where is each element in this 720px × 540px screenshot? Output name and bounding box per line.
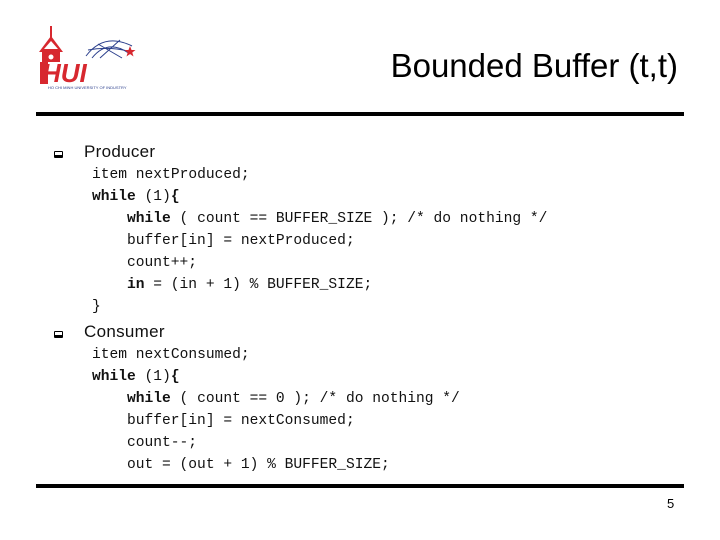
square-bullet-icon [54, 330, 63, 338]
code-text: buffer[in] = nextProduced; [127, 233, 355, 249]
code-text: count--; [127, 435, 198, 451]
code-keyword: while [127, 211, 171, 227]
code-keyword: while [127, 391, 171, 407]
section-heading-consumer: Consumer [54, 322, 165, 342]
code-line: while (1){ [92, 186, 547, 208]
code-keyword: while [92, 369, 136, 385]
code-line: } [92, 296, 547, 318]
code-text: item nextProduced; [92, 167, 250, 183]
code-line: item nextConsumed; [92, 344, 460, 366]
code-keyword: { [170, 189, 180, 205]
code-text: BUFFER_SIZE [275, 211, 373, 227]
code-text: ); /* do nothing */ [372, 211, 548, 227]
consumer-code-block: item nextConsumed; while (1){while ( coun… [92, 344, 460, 476]
code-text: out = (out + 1) % BUFFER_SIZE; [127, 457, 390, 473]
section-heading-label: Producer [84, 142, 156, 161]
code-text: (1) [135, 369, 171, 385]
code-line: while (1){ [92, 366, 460, 388]
section-heading-label: Consumer [84, 322, 165, 341]
code-keyword: in [127, 277, 145, 293]
code-text: } [92, 299, 101, 315]
code-text: count++; [127, 255, 198, 271]
code-line: while ( count == 0 ); /* do nothing */ [92, 388, 460, 410]
code-line: item nextProduced; [92, 164, 547, 186]
code-line: buffer[in] = nextConsumed; [92, 410, 460, 432]
square-bullet-icon [54, 150, 63, 158]
producer-code-block: item nextProduced; while (1){while ( coun… [92, 164, 547, 318]
code-text: item nextConsumed; [92, 347, 250, 363]
code-line: buffer[in] = nextProduced; [92, 230, 547, 252]
code-line: count--; [92, 432, 460, 454]
section-heading-producer: Producer [54, 142, 155, 162]
code-text: buffer[in] = nextConsumed; [127, 413, 355, 429]
code-keyword: while [92, 189, 136, 205]
code-line: out = (out + 1) % BUFFER_SIZE; [92, 454, 460, 476]
code-line: in = (in + 1) % BUFFER_SIZE; [92, 274, 547, 296]
code-line: count++; [92, 252, 547, 274]
code-text: (1) [135, 189, 171, 205]
code-keyword: { [170, 369, 180, 385]
slide-content: Producer item nextProduced; while (1){whi… [0, 0, 720, 540]
code-line: while ( count == BUFFER_SIZE ); /* do no… [92, 208, 547, 230]
code-text: ( count == [170, 211, 276, 227]
code-text: ( count == 0 ); /* do nothing */ [170, 391, 460, 407]
code-text: = (in + 1) % BUFFER_SIZE; [144, 277, 373, 293]
page-number: 5 [667, 496, 675, 511]
